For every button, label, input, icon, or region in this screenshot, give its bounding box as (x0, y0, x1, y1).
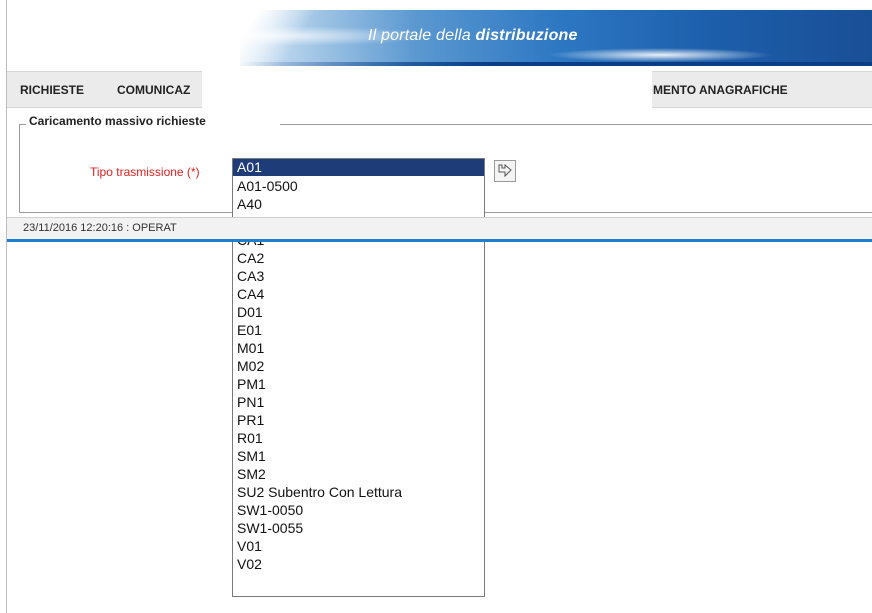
dropdown-option[interactable]: M02 (233, 357, 484, 375)
dropdown-option[interactable]: CA3 (233, 267, 484, 285)
dropdown-option[interactable]: SU2 Subentro Con Lettura (233, 483, 484, 501)
arrow-right-icon (498, 164, 512, 178)
dropdown-option[interactable]: PM1 (233, 375, 484, 393)
dropdown-option[interactable]: CA4 (233, 285, 484, 303)
dropdown-option[interactable]: A01-0500 (233, 177, 484, 195)
menu-item-aggiornamento-anagrafiche[interactable]: MENTO ANAGRAFICHE (653, 83, 788, 97)
dropdown-option[interactable]: CA2 (233, 249, 484, 267)
status-text: 23/11/2016 12:20:16 : OPERAT (23, 222, 177, 234)
dropdown-option[interactable]: E01 (233, 321, 484, 339)
dropdown-option[interactable]: D01 (233, 303, 484, 321)
header-banner: Il portale della distribuzione (240, 10, 872, 66)
portal-title-prefix: Il portale della (368, 27, 476, 44)
dropdown-option[interactable]: SW1-0055 (233, 519, 484, 537)
tipo-trasmissione-label: Tipo trasmissione (*) (90, 165, 200, 179)
portal-title: Il portale della distribuzione (368, 27, 578, 45)
dropdown-option[interactable]: V02 (233, 555, 484, 573)
go-button[interactable] (494, 160, 516, 182)
portal-title-emphasis: distribuzione (475, 27, 578, 44)
menu-item-richieste[interactable]: RICHIESTE (20, 83, 84, 97)
dropdown-option[interactable]: PR1 (233, 411, 484, 429)
dropdown-option[interactable]: M01 (233, 339, 484, 357)
menu-item-comunicazioni[interactable]: COMUNICAZ (117, 83, 190, 97)
dropdown-option[interactable]: R01 (233, 429, 484, 447)
dropdown-option[interactable]: SM2 (233, 465, 484, 483)
fieldset-legend: Caricamento massivo richieste (26, 114, 280, 129)
dropdown-option[interactable]: PN1 (233, 393, 484, 411)
dropdown-option[interactable]: SW1-0050 (233, 501, 484, 519)
dropdown-option[interactable]: SM1 (233, 447, 484, 465)
menu-overlay-panel (202, 71, 652, 119)
dropdown-option[interactable]: A01 (233, 159, 484, 176)
status-bar: 23/11/2016 12:20:16 : OPERAT (7, 217, 872, 242)
dropdown-option[interactable]: A40 (233, 195, 484, 213)
dropdown-option[interactable]: V01 (233, 537, 484, 555)
